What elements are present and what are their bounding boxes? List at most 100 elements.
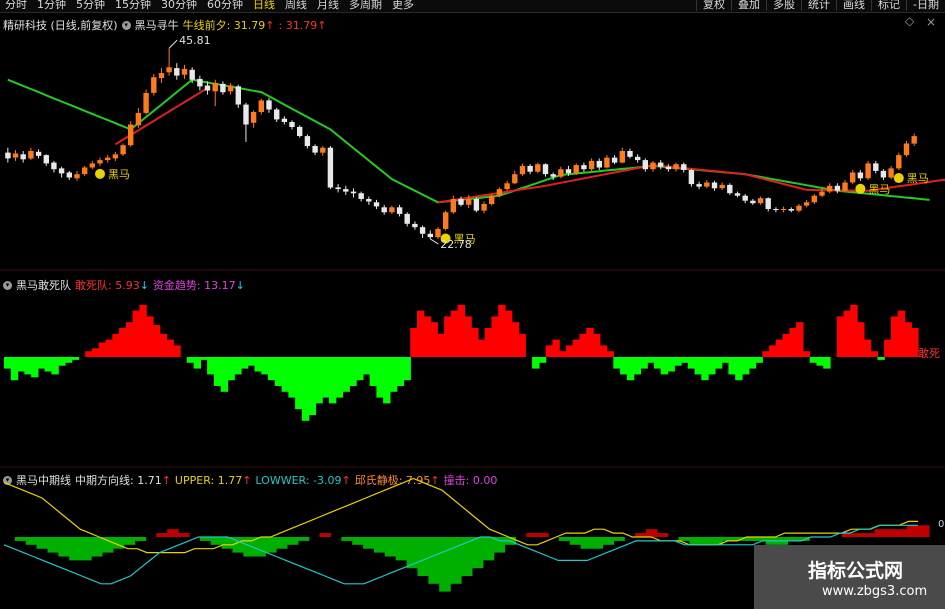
candle-body [635, 156, 641, 161]
candle-body [304, 136, 311, 146]
dare-squad-bar-positive [132, 310, 140, 357]
candle-body [788, 209, 794, 211]
dare-squad-bar-positive [796, 322, 804, 357]
candle-body [443, 212, 449, 229]
dare-squad-bar-positive [85, 351, 93, 357]
dare-squad-bar-positive [159, 333, 168, 357]
mid-direction-area [91, 537, 103, 557]
dare-squad-bar-negative [633, 357, 641, 375]
black-horse-signal-icon [893, 173, 904, 184]
dare-squad-bar-negative [261, 357, 269, 375]
mid-direction-area [450, 537, 462, 584]
candle-body [435, 228, 441, 238]
dare-squad-bar-positive [904, 322, 912, 357]
dare-squad-bar-negative [241, 357, 249, 369]
dare-squad-bar-negative [809, 357, 818, 363]
candle-body [450, 199, 456, 213]
panel-dividers [0, 269, 945, 468]
candle-body [312, 146, 318, 153]
mid-direction-area [918, 525, 930, 537]
candle-body [873, 163, 879, 171]
dare-squad-bar-positive [457, 304, 465, 357]
candle-body [888, 168, 894, 178]
candle-body [427, 233, 433, 238]
dare-squad-bar-negative [329, 357, 337, 404]
dare-squad-bar-negative [735, 357, 743, 381]
candle-body [458, 199, 464, 205]
candle-body [911, 136, 917, 144]
mid-direction-area [395, 537, 408, 561]
dare-squad-bar-positive [606, 351, 614, 357]
candle-body [734, 193, 741, 196]
dare-squad-bar-negative [660, 357, 669, 375]
dare-squad-bar-negative [342, 357, 350, 392]
main-corner-icon: ◇ [905, 14, 915, 28]
mid-direction-area [602, 537, 614, 545]
dare-squad-bar-negative [254, 357, 262, 372]
mid-direction-area [25, 537, 38, 545]
candle-body [642, 160, 648, 170]
dare-squad-bar-negative [247, 357, 256, 366]
dare-squad-bar-positive [545, 345, 553, 357]
dare-squad-bar-positive [477, 339, 486, 357]
dare-squad-bar-negative [613, 357, 621, 369]
candle-body [765, 198, 771, 209]
dare-squad-bar-negative [640, 357, 648, 369]
mid-right-label: 敢死 [918, 346, 940, 360]
candle-body [896, 155, 902, 169]
candle-body [20, 154, 26, 160]
dare-squad-bar-positive [125, 322, 134, 357]
mid-direction-area [69, 537, 81, 561]
dare-squad-bar-negative [10, 357, 19, 381]
candle-body [404, 213, 410, 224]
mid-direction-area [863, 533, 876, 537]
candle-body [174, 68, 180, 76]
mid-direction-area [852, 533, 865, 537]
candle-body [604, 157, 610, 168]
candle-body [419, 227, 426, 234]
candle-body [742, 195, 748, 201]
dare-squad-bar-positive [417, 310, 425, 357]
dare-squad-bar-positive [146, 316, 154, 357]
candle-body [212, 83, 218, 92]
mid-direction-area [254, 537, 266, 557]
dare-squad-bar-negative [200, 357, 208, 360]
dare-squad-bar-negative [274, 357, 283, 386]
mid-direction-area [265, 537, 277, 553]
dare-squad-bar-negative [193, 357, 201, 369]
watermark-title: 指标公式网 [808, 560, 904, 582]
candle-body [527, 165, 533, 172]
black-horse-signal-icon [855, 183, 866, 194]
candle-body [366, 199, 372, 202]
candle-body [58, 168, 65, 174]
dare-squad-bar-negative [308, 357, 317, 415]
dare-squad-bar-negative [349, 357, 357, 386]
dare-squad-bar-positive [599, 345, 608, 357]
candle-body [258, 100, 264, 112]
dare-squad-bar-negative [4, 357, 12, 369]
dare-squad-bar-negative [295, 357, 303, 410]
candle-body [811, 195, 817, 203]
dare-squad-bar-positive [444, 316, 452, 357]
candle-body [35, 151, 42, 156]
dare-squad-bar-positive [586, 328, 594, 357]
dare-squad-bar-negative [288, 357, 296, 398]
dare-squad-bar-negative [220, 357, 229, 392]
dare-squad-bar-positive [897, 310, 906, 357]
candle-body [727, 184, 733, 194]
dare-squad-bar-positive [518, 333, 526, 357]
candle-body [473, 199, 480, 211]
dare-squad-bar-positive [769, 345, 777, 357]
candle-body [542, 164, 549, 175]
candle-body [105, 157, 111, 161]
candle-body [719, 184, 725, 189]
chart-canvas[interactable]: 黑马黑马黑马黑马 45.81 22.78 敢死 0 ◇ × [0, 0, 945, 609]
candle-body [650, 162, 656, 170]
candle-body [243, 104, 249, 125]
candle-body [550, 174, 556, 177]
candle-body [573, 165, 579, 174]
candle-body [189, 69, 195, 80]
dare-squad-bar-positive [450, 310, 459, 357]
candle-body [466, 199, 472, 205]
mid-direction-area [558, 537, 571, 541]
